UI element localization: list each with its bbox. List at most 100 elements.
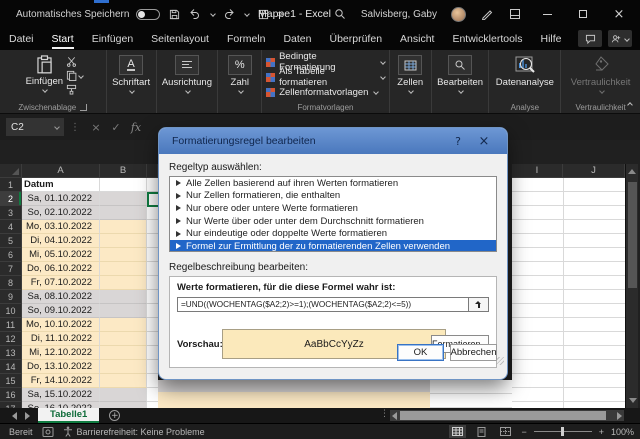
maximize-button[interactable] xyxy=(572,0,594,28)
row-header[interactable]: 10 xyxy=(0,304,22,318)
cell-column-c-sliver[interactable] xyxy=(147,304,158,318)
rule-type-item[interactable]: Nur eindeutige oder doppelte Werte forma… xyxy=(170,227,496,240)
dialog-title-bar[interactable]: Formatierungsregel bearbeiten ? × xyxy=(159,128,507,154)
undo-button[interactable] xyxy=(188,7,202,21)
cell-column-a[interactable]: So, 09.10.2022 xyxy=(22,304,100,318)
autosave-toggle[interactable] xyxy=(136,9,160,20)
row-header[interactable]: 15 xyxy=(0,374,22,388)
row-header[interactable]: 11 xyxy=(0,318,22,332)
row-header[interactable]: 13 xyxy=(0,346,22,360)
cell-column-b[interactable] xyxy=(100,220,147,234)
user-name[interactable]: Salvisberg, Gaby xyxy=(361,9,437,20)
row-header[interactable]: 2 xyxy=(0,192,22,206)
cell-column-b[interactable] xyxy=(100,346,147,360)
cancel-dialog-button[interactable]: Abbrechen xyxy=(450,344,497,361)
cell-column-b[interactable] xyxy=(100,262,147,276)
dialog-close-button[interactable]: × xyxy=(471,134,497,149)
rule-type-item[interactable]: Alle Zellen basierend auf ihren Werten f… xyxy=(170,177,496,190)
row-header[interactable]: 3 xyxy=(0,206,22,220)
row-header[interactable]: 5 xyxy=(0,234,22,248)
cell-column-a[interactable]: Sa, 01.10.2022 xyxy=(22,192,100,206)
cell-column-b[interactable] xyxy=(100,374,147,388)
vertical-scrollbar-thumb[interactable] xyxy=(628,182,637,288)
row-header[interactable]: 16 xyxy=(0,388,22,402)
row-header[interactable]: 7 xyxy=(0,262,22,276)
comments-button[interactable] xyxy=(578,30,602,47)
macro-record-button[interactable] xyxy=(42,427,54,437)
cell-column-a[interactable]: Mi, 12.10.2022 xyxy=(22,346,100,360)
cell-column-a[interactable]: Mo, 03.10.2022 xyxy=(22,220,100,234)
cell-column-c-sliver[interactable] xyxy=(147,318,158,332)
cell-column-b[interactable] xyxy=(100,388,147,402)
sensitivity-button[interactable]: Vertraulichkeit xyxy=(561,53,640,93)
cell-column-c-sliver[interactable] xyxy=(147,262,158,276)
zoom-in-button[interactable]: + xyxy=(599,427,604,437)
cell-column-a[interactable]: Do, 06.10.2022 xyxy=(22,262,100,276)
cell-column-b[interactable] xyxy=(100,360,147,374)
cell-column-c-sliver[interactable] xyxy=(147,248,158,262)
ribbon-tab[interactable]: Datei xyxy=(0,28,43,50)
column-header-b[interactable]: B xyxy=(100,164,147,178)
scroll-down-icon[interactable] xyxy=(629,398,637,403)
cell-column-b[interactable] xyxy=(100,192,147,206)
ribbon-tab[interactable]: Formeln xyxy=(218,28,275,50)
cell-column-b[interactable] xyxy=(100,206,147,220)
search-icon[interactable] xyxy=(333,7,347,21)
collapse-dialog-button[interactable] xyxy=(468,297,489,312)
cut-button[interactable] xyxy=(66,56,83,67)
cell-column-a[interactable]: Mo, 10.10.2022 xyxy=(22,318,100,332)
cell-column-b[interactable] xyxy=(100,290,147,304)
tab-bar-resize-handle[interactable]: ⋮ xyxy=(380,409,389,419)
cell-column-c-sliver[interactable] xyxy=(147,206,158,220)
cell-column-b[interactable] xyxy=(100,332,147,346)
number-menu-button[interactable]: % Zahl xyxy=(218,53,261,93)
next-sheet-button[interactable] xyxy=(25,412,30,420)
cell-column-c-sliver[interactable] xyxy=(147,220,158,234)
ribbon-tab[interactable]: Seitenlayout xyxy=(142,28,218,50)
row-header[interactable]: 6 xyxy=(0,248,22,262)
accessibility-status[interactable]: Barrierefreiheit: Keine Probleme xyxy=(63,426,205,437)
vertical-scrollbar[interactable] xyxy=(625,164,638,408)
rule-type-item[interactable]: Nur Werte über oder unter dem Durchschni… xyxy=(170,215,496,228)
cell-column-a[interactable]: Fr, 14.10.2022 xyxy=(22,374,100,388)
cell-column-c-sliver[interactable] xyxy=(147,290,158,304)
cell-column-a[interactable]: Di, 04.10.2022 xyxy=(22,234,100,248)
cell-column-b[interactable] xyxy=(100,276,147,290)
clipboard-dialog-launcher[interactable] xyxy=(80,104,87,111)
zoom-slider-thumb[interactable] xyxy=(561,427,564,436)
ribbon-tab[interactable]: Daten xyxy=(274,28,320,50)
cell-column-b[interactable] xyxy=(100,234,147,248)
sheet-tab-tabelle1[interactable]: Tabelle1 xyxy=(38,408,99,423)
formula-input[interactable]: =UND((WOCHENTAG($A2;2)>=1);(WOCHENTAG($A… xyxy=(177,297,469,312)
confirm-entry-button[interactable]: ✓ xyxy=(106,121,126,134)
add-sheet-button[interactable]: + xyxy=(109,410,120,421)
editing-menu-button[interactable]: Bearbeiten xyxy=(432,53,489,93)
row-header[interactable]: 1 xyxy=(0,178,22,192)
ribbon-tab[interactable]: Entwicklertools xyxy=(443,28,531,50)
rule-type-item[interactable]: Nur obere oder untere Werte formatieren xyxy=(170,202,496,215)
minimize-button[interactable] xyxy=(536,0,558,28)
user-avatar[interactable] xyxy=(451,7,466,22)
cell-column-b[interactable] xyxy=(100,318,147,332)
horizontal-scrollbar[interactable] xyxy=(390,410,624,421)
ribbon-tab[interactable]: Ansicht xyxy=(391,28,443,50)
cell-column-c-sliver[interactable] xyxy=(147,276,158,290)
ribbon-tab[interactable]: Überprüfen xyxy=(321,28,392,50)
share-button[interactable] xyxy=(608,30,632,47)
previous-sheet-button[interactable] xyxy=(12,412,17,420)
row-header[interactable]: 14 xyxy=(0,360,22,374)
cell-column-a[interactable]: Fr, 07.10.2022 xyxy=(22,276,100,290)
page-layout-view-button[interactable] xyxy=(473,425,490,438)
cell-column-a[interactable]: Sa, 08.10.2022 xyxy=(22,290,100,304)
ink-pen-icon[interactable] xyxy=(480,7,494,21)
zoom-level[interactable]: 100% xyxy=(611,427,634,437)
name-box[interactable]: C2 xyxy=(6,118,64,136)
cell-column-a[interactable]: Do, 13.10.2022 xyxy=(22,360,100,374)
cell-column-a[interactable]: Sa, 15.10.2022 xyxy=(22,388,100,402)
row-header[interactable]: 8 xyxy=(0,276,22,290)
cell-column-a[interactable]: Mi, 05.10.2022 xyxy=(22,248,100,262)
cell-column-b[interactable] xyxy=(100,248,147,262)
close-button[interactable]: × xyxy=(608,0,630,28)
row-header[interactable]: 4 xyxy=(0,220,22,234)
font-menu-button[interactable]: A Schriftart xyxy=(107,53,156,93)
